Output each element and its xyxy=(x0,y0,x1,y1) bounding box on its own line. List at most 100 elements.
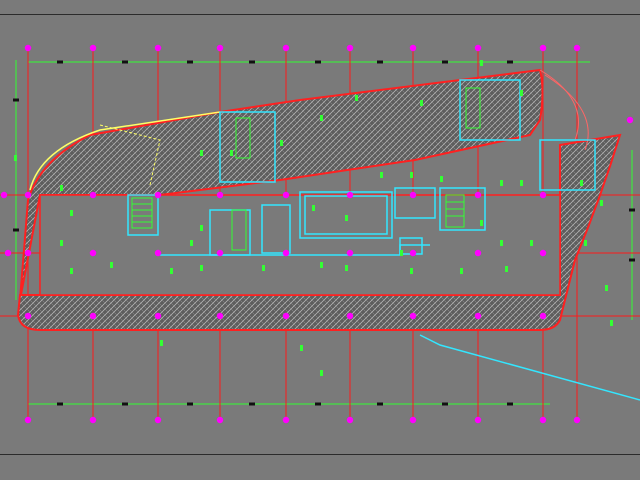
grid-node xyxy=(4,249,12,257)
grid-node xyxy=(539,249,547,257)
grid-node xyxy=(154,249,162,257)
grid-node xyxy=(282,44,290,52)
annotation-mark xyxy=(60,185,63,191)
grid-node xyxy=(409,249,417,257)
grid-node xyxy=(282,416,290,424)
grid-node xyxy=(24,249,32,257)
grid-node xyxy=(89,191,97,199)
annotation-mark xyxy=(262,265,265,271)
grid-node xyxy=(409,312,417,320)
grid-node xyxy=(154,191,162,199)
annotation-mark xyxy=(200,150,203,156)
annotation-mark xyxy=(14,155,17,161)
grid-node xyxy=(346,249,354,257)
annotation-mark xyxy=(230,150,233,156)
dimension-tick xyxy=(442,402,448,406)
annotation-mark xyxy=(160,340,163,346)
dimension-tick xyxy=(507,60,513,64)
grid-node xyxy=(474,249,482,257)
grid-node xyxy=(409,191,417,199)
annotation-mark xyxy=(300,345,303,351)
dimension-tick xyxy=(442,60,448,64)
annotation-mark xyxy=(400,250,403,256)
annotation-mark xyxy=(190,240,193,246)
dimension-tick xyxy=(187,402,193,406)
grid-node xyxy=(216,312,224,320)
annotation-mark xyxy=(70,268,73,274)
annotation-mark xyxy=(345,215,348,221)
dimension-tick xyxy=(249,402,255,406)
grid-node xyxy=(346,416,354,424)
annotation-mark xyxy=(505,266,508,272)
annotation-mark xyxy=(345,265,348,271)
dimension-tick xyxy=(629,208,635,212)
grid-node xyxy=(282,312,290,320)
dimension-tick xyxy=(377,402,383,406)
annotation-mark xyxy=(312,205,315,211)
annotation-mark xyxy=(170,268,173,274)
annotation-mark xyxy=(320,370,323,376)
grid-node xyxy=(539,191,547,199)
grid-node xyxy=(24,191,32,199)
grid-node xyxy=(282,249,290,257)
grid-node xyxy=(409,416,417,424)
building-outline xyxy=(16,68,622,331)
grid-node xyxy=(216,416,224,424)
annotation-mark xyxy=(480,220,483,226)
annotation-mark xyxy=(280,140,283,146)
dimension-tick xyxy=(249,60,255,64)
annotation-mark xyxy=(380,172,383,178)
grid-node xyxy=(539,416,547,424)
grid-node xyxy=(573,44,581,52)
dimension-tick xyxy=(57,60,63,64)
grid-node xyxy=(216,44,224,52)
annotation-mark xyxy=(320,115,323,121)
annotation-mark xyxy=(480,60,483,66)
annotation-mark xyxy=(410,268,413,274)
annotation-mark xyxy=(110,262,113,268)
grid-node xyxy=(24,44,32,52)
annotation-mark xyxy=(420,100,423,106)
annotation-mark xyxy=(320,262,323,268)
grid-node xyxy=(154,416,162,424)
grid-node xyxy=(539,44,547,52)
annotation-mark xyxy=(440,176,443,182)
dimension-tick xyxy=(187,60,193,64)
grid-node xyxy=(282,191,290,199)
grid-node xyxy=(474,44,482,52)
grid-node xyxy=(89,312,97,320)
annotation-mark xyxy=(520,180,523,186)
grid-node xyxy=(409,44,417,52)
dimension-tick xyxy=(315,60,321,64)
annotation-mark xyxy=(460,268,463,274)
dimension-tick xyxy=(122,60,128,64)
annotation-mark xyxy=(580,180,583,186)
annotation-mark xyxy=(200,225,203,231)
annotation-mark xyxy=(605,285,608,291)
grid-node xyxy=(626,116,634,124)
annotation-mark xyxy=(500,180,503,186)
grid-node xyxy=(89,249,97,257)
grid-node xyxy=(346,312,354,320)
dimension-tick xyxy=(13,98,19,102)
grid-node xyxy=(89,44,97,52)
annotation-mark xyxy=(500,240,503,246)
dimension-tick xyxy=(507,402,513,406)
grid-node xyxy=(0,191,8,199)
dimension-tick xyxy=(13,228,19,232)
dimension-tick xyxy=(629,258,635,262)
annotation-mark xyxy=(600,200,603,206)
grid-node xyxy=(474,191,482,199)
annotation-mark xyxy=(520,90,523,96)
grid-node xyxy=(24,416,32,424)
grid-node xyxy=(154,312,162,320)
cad-viewport[interactable] xyxy=(0,0,640,480)
grid-node xyxy=(216,191,224,199)
floor-plan-drawing xyxy=(0,44,640,424)
grid-node xyxy=(346,191,354,199)
grid-node xyxy=(216,249,224,257)
dimension-tick xyxy=(315,402,321,406)
dimension-tick xyxy=(377,60,383,64)
annotation-mark xyxy=(584,240,587,246)
annotation-mark xyxy=(530,240,533,246)
